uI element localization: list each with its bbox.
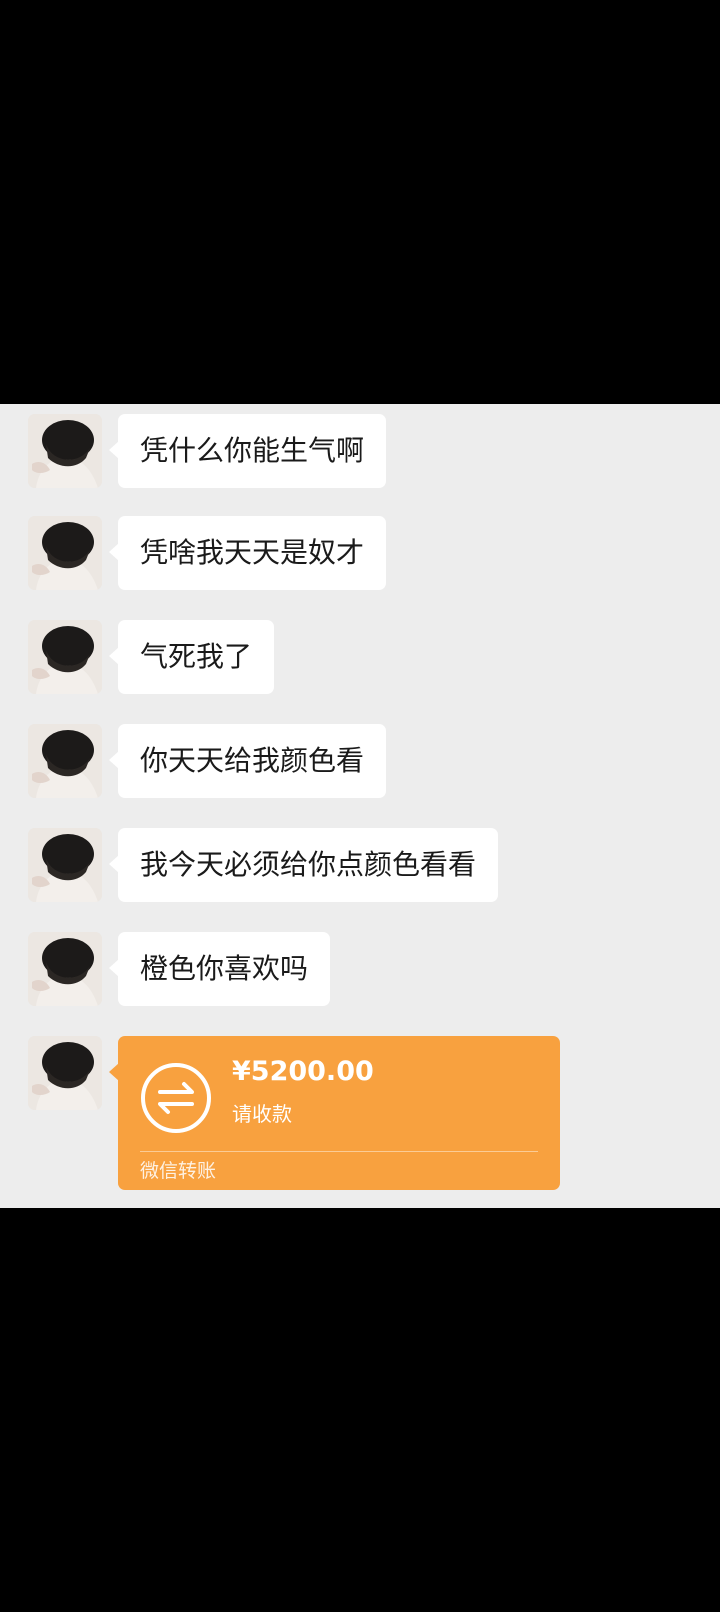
contact-avatar[interactable] bbox=[28, 516, 102, 590]
chat-message-list[interactable]: 凭什么你能生气啊 凭啥我天天是奴才 气死我了 你天天给我颜色看 我今天必须给你点… bbox=[0, 404, 720, 1208]
transfer-note: 请收款 bbox=[232, 1102, 292, 1126]
message-bubble[interactable]: 气死我了 bbox=[108, 620, 275, 694]
transfer-divider bbox=[140, 1151, 538, 1152]
wechat-transfer-card[interactable]: ¥5200.00 请收款 微信转账 bbox=[109, 1036, 560, 1190]
message-bubble[interactable]: 凭什么你能生气啊 bbox=[108, 414, 387, 488]
message-bubble[interactable]: 凭啥我天天是奴才 bbox=[108, 516, 387, 590]
contact-avatar[interactable] bbox=[28, 724, 102, 798]
contact-avatar[interactable] bbox=[28, 828, 102, 902]
transfer-arrows-icon bbox=[140, 1062, 212, 1134]
message-bubble[interactable]: 我今天必须给你点颜色看看 bbox=[108, 828, 499, 902]
contact-avatar[interactable] bbox=[28, 414, 102, 488]
transfer-footer-label: 微信转账 bbox=[140, 1160, 217, 1182]
contact-avatar[interactable] bbox=[28, 620, 102, 694]
message-bubble[interactable]: 橙色你喜欢吗 bbox=[108, 932, 331, 1006]
contact-avatar[interactable] bbox=[28, 932, 102, 1006]
contact-avatar[interactable] bbox=[28, 1036, 102, 1110]
message-bubble[interactable]: 你天天给我颜色看 bbox=[108, 724, 387, 798]
transfer-amount: ¥5200.00 bbox=[232, 1056, 374, 1087]
